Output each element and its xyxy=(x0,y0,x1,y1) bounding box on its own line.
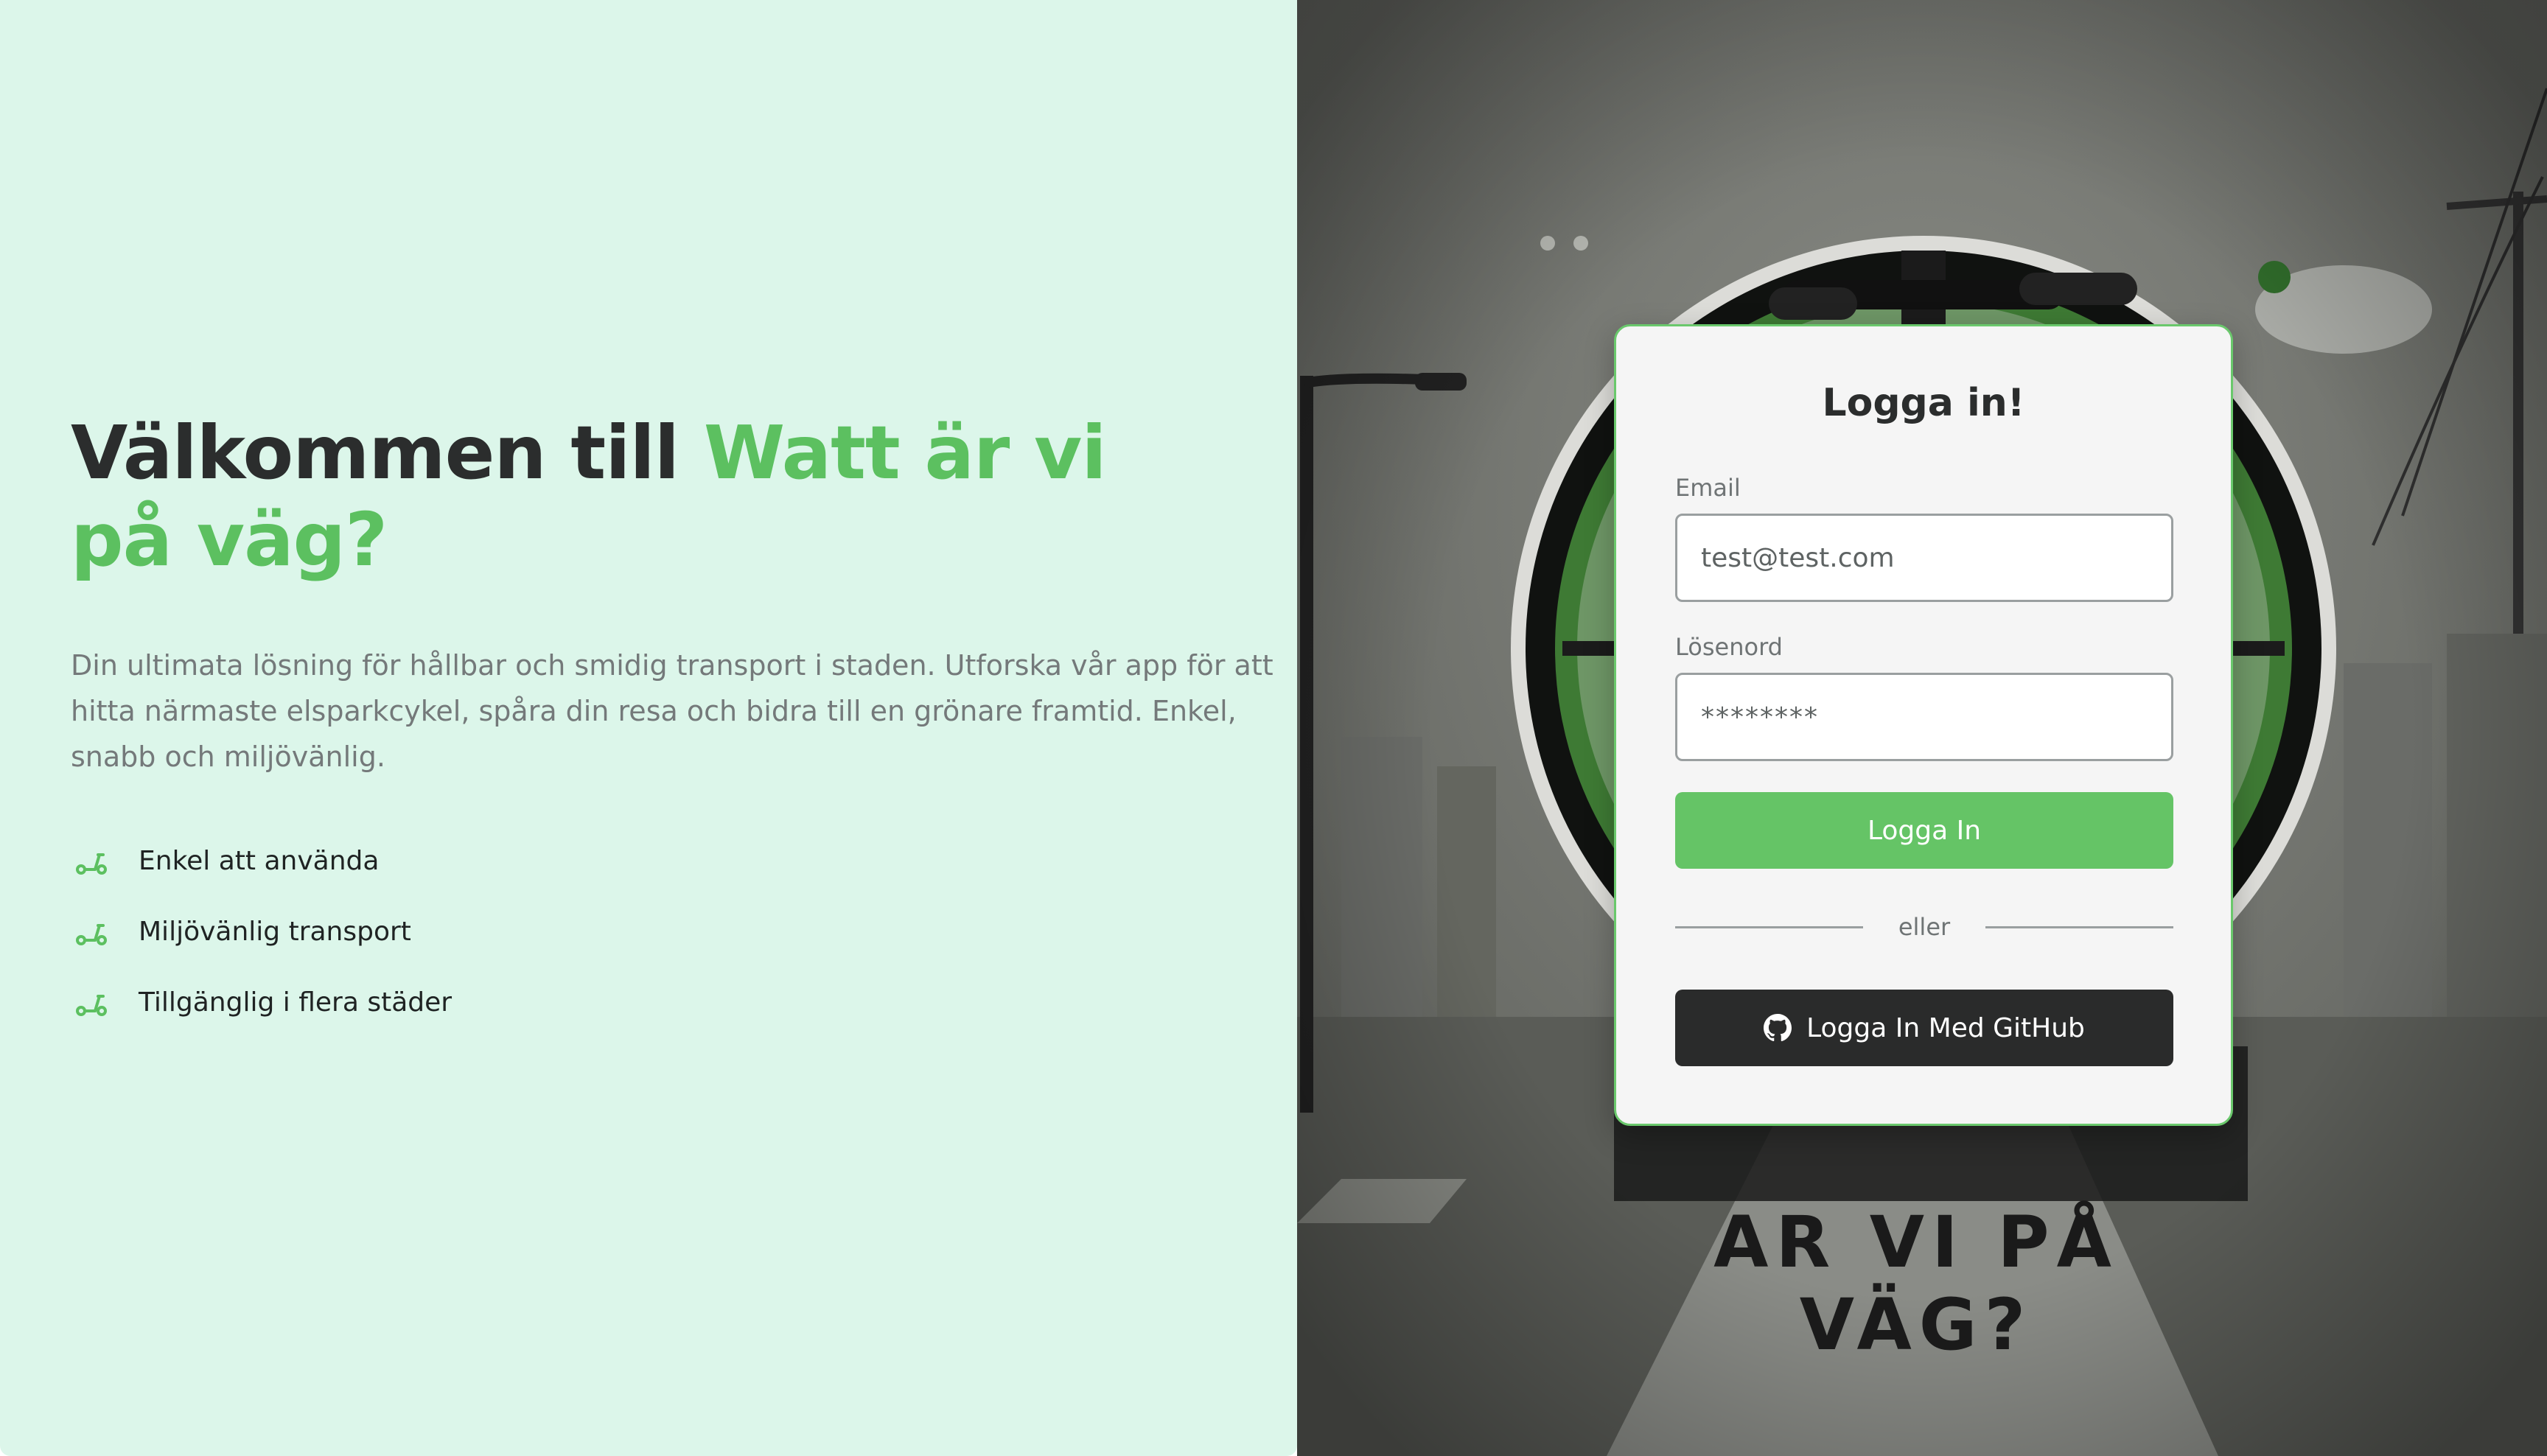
divider-text: eller xyxy=(1898,913,1951,941)
divider-line-right xyxy=(1985,925,2173,928)
github-icon xyxy=(1764,1014,1792,1042)
feature-item: Miljövänlig transport xyxy=(71,896,452,967)
feature-item: Enkel att använda xyxy=(71,825,452,896)
login-title: Logga in! xyxy=(1822,381,2025,425)
hero-title: Välkommen till Watt är vi på väg? xyxy=(71,410,1220,584)
divider-line-left xyxy=(1675,925,1863,928)
password-field[interactable] xyxy=(1675,673,2173,761)
login-button[interactable]: Logga In xyxy=(1675,792,2173,869)
feature-label: Tillgänglig i flera städer xyxy=(139,987,453,1018)
feature-label: Miljövänlig transport xyxy=(139,916,411,947)
login-card: Logga in! Email Lösenord Logga In eller … xyxy=(1614,324,2233,1126)
github-login-button[interactable]: Logga In Med GitHub xyxy=(1675,990,2173,1066)
or-divider: eller xyxy=(1675,909,2173,945)
scooter-icon xyxy=(71,981,112,1023)
welcome-panel: Välkommen till Watt är vi på väg? Din ul… xyxy=(0,0,1297,1456)
hero-description: Din ultimata lösning för hållbar och smi… xyxy=(71,649,1274,773)
scooter-icon xyxy=(71,840,112,881)
password-label: Lösenord xyxy=(1675,633,1783,661)
feature-label: Enkel att använda xyxy=(139,845,380,876)
email-field[interactable] xyxy=(1675,514,2173,602)
logo-subtitle: AR VI PÅ VÄG? xyxy=(1713,1201,2119,1366)
login-page: Välkommen till Watt är vi på väg? Din ul… xyxy=(0,0,2547,1456)
email-label: Email xyxy=(1675,474,1741,502)
feature-list: Enkel att använda Miljövänlig transport xyxy=(71,825,452,1037)
github-button-label: Logga In Med GitHub xyxy=(1806,1012,2085,1043)
login-panel: AR VI PÅ VÄG? Logga in! Email Lösenord L… xyxy=(1297,0,2547,1456)
hero-title-prefix: Välkommen till xyxy=(71,410,704,496)
scooter-icon xyxy=(71,911,112,952)
feature-item: Tillgänglig i flera städer xyxy=(71,967,452,1037)
